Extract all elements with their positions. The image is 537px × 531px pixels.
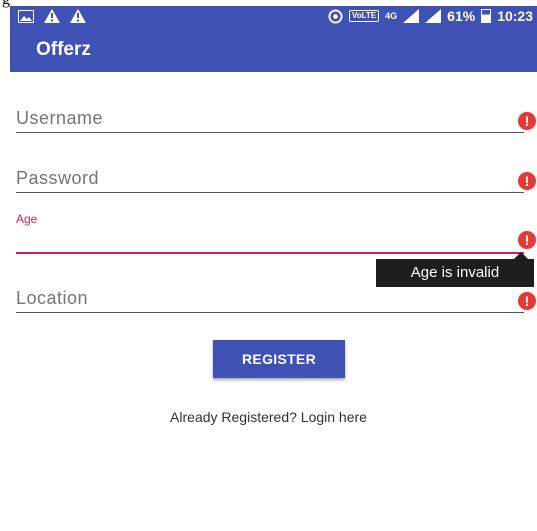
error-icon: ! xyxy=(518,231,536,249)
password-input[interactable] xyxy=(16,168,518,189)
signal-icon xyxy=(403,9,420,23)
age-field[interactable]: ! xyxy=(16,226,536,256)
error-icon: ! xyxy=(518,172,536,190)
app-bar: Offerz xyxy=(10,28,537,72)
app-title: Offerz xyxy=(36,39,91,60)
login-link[interactable]: Already Registered? Login here xyxy=(0,409,537,425)
age-underline xyxy=(16,252,524,254)
tooltip-arrow xyxy=(514,252,528,259)
status-left-icons xyxy=(18,9,86,23)
signal-icon-2 xyxy=(425,9,442,23)
warning-icon xyxy=(44,9,60,23)
username-underline xyxy=(16,132,524,133)
error-icon: ! xyxy=(518,292,536,310)
age-label: Age xyxy=(16,212,38,226)
age-input[interactable] xyxy=(16,230,518,251)
username-input[interactable] xyxy=(16,108,518,129)
status-right-icons: VoLTE 4G 61% 10:23 xyxy=(328,8,533,24)
hotspot-icon xyxy=(328,8,343,24)
error-tooltip: Age is invalid xyxy=(376,259,534,287)
battery-icon xyxy=(481,9,492,23)
error-icon: ! xyxy=(518,112,536,130)
image-notification-icon xyxy=(18,9,34,23)
register-button[interactable]: REGISTER xyxy=(213,340,345,378)
location-underline xyxy=(16,312,524,313)
location-field[interactable]: ! xyxy=(16,288,536,316)
warning-icon-2 xyxy=(70,9,86,23)
location-input[interactable] xyxy=(16,288,518,309)
battery-percent: 61% xyxy=(447,8,476,24)
password-underline xyxy=(16,192,524,193)
volte-badge: VoLTE xyxy=(348,10,380,22)
network-type: 4G xyxy=(385,11,398,21)
status-bar: VoLTE 4G 61% 10:23 xyxy=(10,6,537,28)
password-field[interactable]: ! xyxy=(16,168,536,196)
username-field[interactable]: ! xyxy=(16,108,536,136)
top-text-fragment: g xyxy=(2,0,10,9)
clock: 10:23 xyxy=(497,8,533,24)
